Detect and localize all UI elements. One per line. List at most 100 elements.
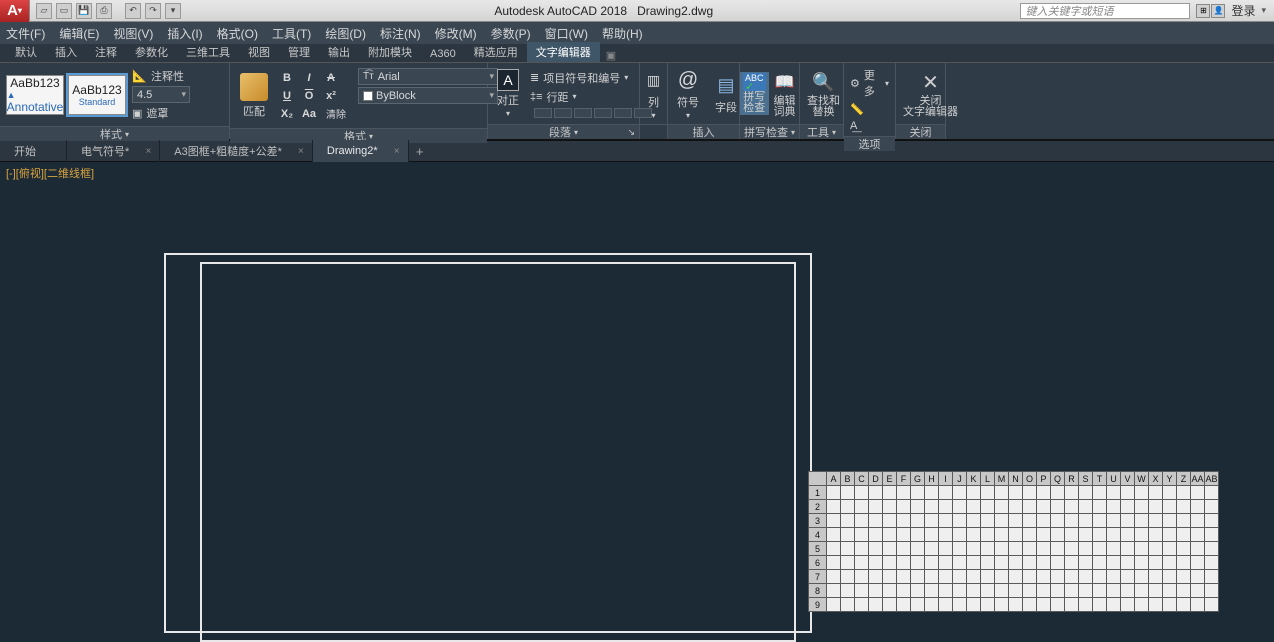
cell[interactable] [981,584,995,598]
cell[interactable] [1051,528,1065,542]
cell[interactable] [1135,542,1149,556]
cell[interactable] [981,556,995,570]
cell[interactable] [1065,486,1079,500]
cell[interactable] [1051,542,1065,556]
cell[interactable] [1065,542,1079,556]
qat-open-icon[interactable]: ▭ [56,3,72,19]
superscript-button[interactable]: x² [320,88,342,104]
cell[interactable] [855,570,869,584]
cell[interactable] [827,528,841,542]
menu-item[interactable]: 绘图(D) [325,25,366,42]
ribbon-tab[interactable]: 注释 [86,42,126,62]
cell[interactable] [1205,570,1219,584]
col-header[interactable]: F [897,472,911,486]
cell[interactable] [925,514,939,528]
cell[interactable] [1163,514,1177,528]
cell[interactable] [855,556,869,570]
cell[interactable] [995,570,1009,584]
col-header[interactable]: Y [1163,472,1177,486]
cell[interactable] [1023,528,1037,542]
cell[interactable] [855,500,869,514]
cell[interactable] [1135,500,1149,514]
font-combo[interactable]: T͡ᴛArial [358,68,498,85]
qat-save-icon[interactable]: 💾 [76,3,92,19]
menu-item[interactable]: 帮助(H) [602,25,643,42]
cell[interactable] [925,486,939,500]
cell[interactable] [953,486,967,500]
cell[interactable] [1051,486,1065,500]
tab-close-icon[interactable]: × [394,146,400,157]
cell[interactable] [883,598,897,612]
cell[interactable] [1177,500,1191,514]
cell[interactable] [995,514,1009,528]
menu-item[interactable]: 视图(V) [113,25,153,42]
cell[interactable] [1093,542,1107,556]
cell[interactable] [897,486,911,500]
qat-redo-icon[interactable]: ↷ [145,3,161,19]
cell[interactable] [953,500,967,514]
tab-close-icon[interactable]: × [145,146,151,157]
cell[interactable] [939,542,953,556]
cell[interactable] [939,598,953,612]
cell[interactable] [1079,584,1093,598]
viewport-label[interactable]: [-][俯视][二维线框] [6,165,94,181]
cell[interactable] [1023,542,1037,556]
cell[interactable] [897,556,911,570]
find-replace-button[interactable]: 🔍 查找和 替换 [802,69,845,118]
cell[interactable] [869,528,883,542]
cell[interactable] [1205,486,1219,500]
cell[interactable] [1093,584,1107,598]
cell[interactable] [1093,514,1107,528]
cell[interactable] [925,584,939,598]
signin-icon[interactable]: 👤 [1211,4,1225,18]
col-header[interactable]: AB [1205,472,1219,486]
cell[interactable] [869,584,883,598]
tab-close-icon[interactable]: × [298,146,304,157]
cell[interactable] [1163,584,1177,598]
columns-button[interactable]: ▥ 列▾ [636,67,672,120]
col-header[interactable]: Q [1051,472,1065,486]
cell[interactable] [841,556,855,570]
symbol-button[interactable]: @ 符号▾ [670,67,706,120]
cell[interactable] [1121,528,1135,542]
cell[interactable] [939,556,953,570]
cell[interactable] [1121,514,1135,528]
col-header[interactable]: U [1107,472,1121,486]
panel-title-spell[interactable]: 拼写检查▾ [740,124,799,139]
cell[interactable] [1177,528,1191,542]
cell[interactable] [1009,556,1023,570]
cell[interactable] [1065,528,1079,542]
cell[interactable] [1023,598,1037,612]
cell[interactable] [841,500,855,514]
cell[interactable] [925,570,939,584]
col-header[interactable]: R [1065,472,1079,486]
cell[interactable] [1191,528,1205,542]
cell[interactable] [869,486,883,500]
cell[interactable] [1191,500,1205,514]
qat-dropdown-icon[interactable]: ▾ [165,3,181,19]
cell[interactable] [827,514,841,528]
more-menu[interactable]: ⚙更多▾ [850,67,889,99]
cell[interactable] [1009,514,1023,528]
ribbon-tab[interactable]: 文字编辑器 [527,42,600,62]
cell[interactable] [981,528,995,542]
dictionary-button[interactable]: 📖 编辑 词典 [769,68,801,119]
cell[interactable] [1093,486,1107,500]
col-header[interactable]: M [995,472,1009,486]
cell[interactable] [1093,556,1107,570]
col-header[interactable]: B [841,472,855,486]
cell[interactable] [1149,486,1163,500]
qat-new-icon[interactable]: ▱ [36,3,52,19]
cell[interactable] [911,542,925,556]
cell[interactable] [897,598,911,612]
cell[interactable] [939,584,953,598]
cell[interactable] [911,556,925,570]
cell[interactable] [1107,528,1121,542]
cell[interactable] [841,514,855,528]
row-header[interactable]: 4 [809,528,827,542]
cell[interactable] [981,542,995,556]
panel-title-paragraph[interactable]: 段落▾↘ [488,124,639,139]
row-header[interactable]: 1 [809,486,827,500]
cell[interactable] [939,528,953,542]
col-header[interactable]: AA [1191,472,1205,486]
